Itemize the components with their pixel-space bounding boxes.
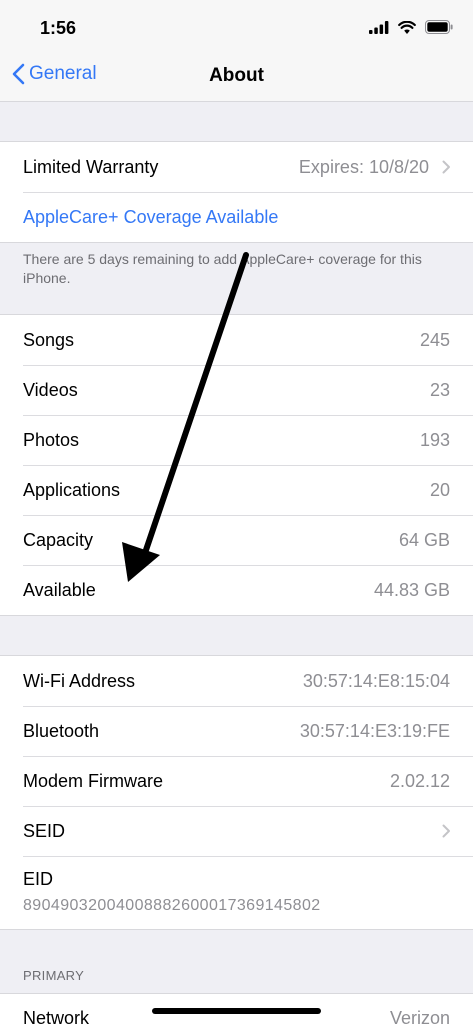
stats-group: Songs 245 Videos 23 Photos 193 Applicati… xyxy=(0,314,473,616)
photos-value: 193 xyxy=(419,429,450,450)
available-label: Available xyxy=(23,579,96,600)
wifi-address-label: Wi-Fi Address xyxy=(23,670,136,691)
videos-row: Videos 23 xyxy=(0,365,473,415)
videos-value: 23 xyxy=(429,379,450,400)
photos-label: Photos xyxy=(23,429,80,450)
videos-label: Videos xyxy=(23,379,78,400)
bluetooth-value: 30:57:14:E3:19:FE xyxy=(299,720,450,741)
eid-label: EID xyxy=(23,869,54,889)
capacity-value: 64 GB xyxy=(398,529,450,550)
eid-row: EID 89049032004008882600017369145802 xyxy=(0,856,473,929)
wifi-icon xyxy=(398,20,416,34)
network-value: Verizon xyxy=(389,1008,450,1024)
home-indicator[interactable] xyxy=(152,1008,321,1014)
applecare-link[interactable]: AppleCare+ Coverage Available xyxy=(23,207,278,228)
status-icons xyxy=(369,20,453,34)
battery-icon xyxy=(425,20,453,34)
songs-value: 245 xyxy=(419,329,450,350)
page-title: About xyxy=(209,65,264,86)
capacity-label: Capacity xyxy=(23,529,94,550)
status-time: 1:56 xyxy=(40,18,77,38)
navigation-bar: General About xyxy=(0,56,473,102)
limited-warranty-row[interactable]: Limited Warranty Expires: 10/8/20 xyxy=(0,142,473,192)
chevron-right-icon xyxy=(442,160,450,174)
identifiers-group: Wi-Fi Address 30:57:14:E8:15:04 Bluetoot… xyxy=(0,655,473,930)
bluetooth-label: Bluetooth xyxy=(23,720,100,741)
warranty-group: Limited Warranty Expires: 10/8/20 AppleC… xyxy=(0,141,473,243)
wifi-address-row: Wi-Fi Address 30:57:14:E8:15:04 xyxy=(0,656,473,706)
applications-value: 20 xyxy=(429,479,450,500)
capacity-row: Capacity 64 GB xyxy=(0,515,473,565)
modem-firmware-row: Modem Firmware 2.02.12 xyxy=(0,756,473,806)
songs-label: Songs xyxy=(23,329,75,350)
modem-firmware-value: 2.02.12 xyxy=(389,770,450,791)
network-label: Network xyxy=(23,1008,90,1024)
photos-row: Photos 193 xyxy=(0,415,473,465)
chevron-right-icon xyxy=(442,824,450,838)
applications-label: Applications xyxy=(23,479,121,500)
limited-warranty-label: Limited Warranty xyxy=(23,156,159,177)
applecare-row[interactable]: AppleCare+ Coverage Available xyxy=(0,192,473,242)
seid-row[interactable]: SEID xyxy=(0,806,473,856)
available-value: 44.83 GB xyxy=(373,579,450,600)
warranty-footer: There are 5 days remaining to add AppleC… xyxy=(23,251,422,286)
status-bar: 1:56 xyxy=(0,0,473,56)
wifi-address-value: 30:57:14:E8:15:04 xyxy=(302,670,450,691)
primary-section-header: PRIMARY xyxy=(23,968,85,983)
bluetooth-row: Bluetooth 30:57:14:E3:19:FE xyxy=(0,706,473,756)
limited-warranty-value: Expires: 10/8/20 xyxy=(298,156,429,177)
modem-firmware-label: Modem Firmware xyxy=(23,770,164,791)
available-row: Available 44.83 GB xyxy=(0,565,473,615)
seid-label: SEID xyxy=(23,820,66,841)
songs-row: Songs 245 xyxy=(0,315,473,365)
signal-icon xyxy=(369,20,389,34)
eid-value: 89049032004008882600017369145802 xyxy=(23,897,321,914)
applications-row: Applications 20 xyxy=(0,465,473,515)
